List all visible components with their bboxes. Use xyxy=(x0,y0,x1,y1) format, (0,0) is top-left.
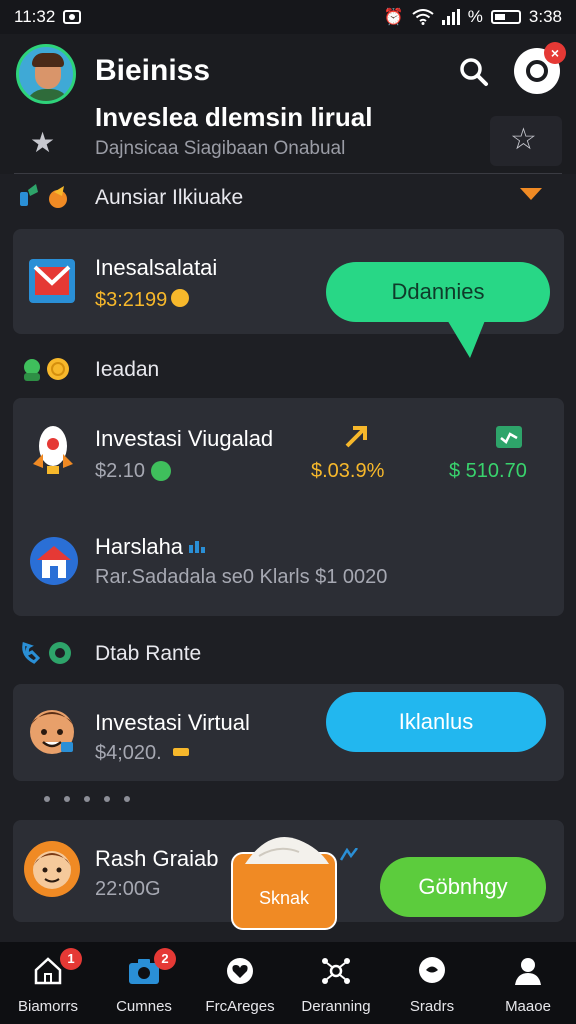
asset-detail: Rar.Sadadala se0 Klarls $1 0020 xyxy=(95,566,388,588)
section-title: Ieadan xyxy=(95,358,160,381)
search-icon[interactable] xyxy=(456,54,492,90)
nav-label: Maaoe xyxy=(505,998,551,1015)
chart-badge-icon xyxy=(496,426,522,448)
pagination-dots[interactable] xyxy=(44,796,130,802)
signal-icon xyxy=(441,9,460,25)
nav-item-profile[interactable]: Maaoe xyxy=(480,952,576,1015)
card-amount: $3:2199 xyxy=(95,289,168,311)
portfolio-card: Investasi Viugalad $2.10 $.03.9% $ 510.7… xyxy=(13,398,564,616)
close-badge-icon[interactable]: × xyxy=(544,42,566,64)
status-time-right: 3:38 xyxy=(528,7,562,26)
go-button[interactable]: Göbnhgy xyxy=(380,857,546,917)
coin-icon xyxy=(173,748,189,756)
alarm-icon: ⏰ xyxy=(383,9,404,26)
asset-title[interactable]: Harslaha xyxy=(95,534,183,560)
nav-item-favorites[interactable]: FrcAreges xyxy=(192,952,288,1015)
wifi-icon xyxy=(412,9,434,25)
bag-icon xyxy=(245,837,329,864)
page-subtitle: Dajnsicaa Siagibaan Onabual xyxy=(95,138,346,159)
nav-label: Cumnes xyxy=(116,998,172,1015)
profile-button[interactable]: × xyxy=(514,42,566,94)
card-title: Rash Graiab xyxy=(95,846,219,871)
section-title: Dtab Rante xyxy=(95,642,202,665)
favorite-star-icon[interactable]: ☆ xyxy=(510,122,537,157)
star-icon[interactable]: ★ xyxy=(30,126,55,159)
snack-label: Sknak xyxy=(258,888,310,908)
mail-icon xyxy=(29,259,75,303)
phone-money-icon xyxy=(22,642,71,664)
asset-amount: $ 510.70 xyxy=(449,460,527,482)
section-title: Aunsiar Ilkiuake xyxy=(95,186,244,209)
status-time: 11:32 xyxy=(14,7,56,26)
coin-icon xyxy=(171,289,189,307)
nav-label: Biamorrs xyxy=(17,998,78,1015)
network-icon xyxy=(322,958,350,984)
card-title: Inesalsalatai xyxy=(95,255,218,280)
nav-label: Deranning xyxy=(301,998,371,1015)
page-headline: Inveslea dlemsin lirual xyxy=(95,102,373,132)
chat-icon xyxy=(419,957,445,983)
header: Bieiniss × Inveslea dlemsin lirual ★ Daj… xyxy=(0,34,576,174)
nav-item-camera[interactable]: 2 Cumnes xyxy=(96,948,192,1015)
nav-item-learning[interactable]: Deranning xyxy=(288,952,384,1015)
house-icon xyxy=(30,537,78,585)
card-amount: $4;020. xyxy=(95,742,162,764)
profile-icon xyxy=(515,958,541,985)
bar-chart-icon xyxy=(189,541,205,553)
speech-tail-icon xyxy=(446,318,486,358)
asset-title[interactable]: Investasi Viugalad xyxy=(95,426,273,452)
bottom-nav: 1 Biamorrs 2 Cumnes FrcAreges Deranning … xyxy=(0,942,576,1024)
mini-chart-icon xyxy=(339,848,358,861)
snack-badge[interactable]: Sknak xyxy=(231,837,337,930)
tools-icon xyxy=(20,184,67,208)
asset-value: $2.10 xyxy=(95,460,146,482)
nav-label: FrcAreges xyxy=(205,998,275,1015)
invest-button[interactable]: Iklanlus xyxy=(326,692,546,752)
divider xyxy=(14,173,562,174)
card-title: Investasi Virtual xyxy=(95,710,250,735)
user-avatar[interactable] xyxy=(16,44,76,104)
rocket-icon xyxy=(33,426,73,474)
person-avatar-icon xyxy=(30,710,74,754)
battery-icon xyxy=(490,10,521,24)
nav-item-home[interactable]: 1 Biamorrs xyxy=(0,948,96,1015)
status-bar: 11:32 ⏰ % 3:38 xyxy=(0,0,576,34)
heart-chat-icon xyxy=(227,958,253,984)
nav-item-chat[interactable]: Sradrs xyxy=(384,952,480,1015)
app-title: Bieiniss xyxy=(95,54,211,87)
asset-percent: $.03.9% xyxy=(311,460,385,482)
card-amount: 22:00G xyxy=(95,878,161,900)
details-button[interactable]: Ddannies xyxy=(326,262,550,322)
screenshot-icon xyxy=(63,10,82,24)
chevron-down-icon[interactable] xyxy=(520,188,542,202)
notification-badge: 2 xyxy=(154,948,176,970)
signal-text: % xyxy=(467,7,483,26)
trend-up-arrow-icon xyxy=(345,426,367,448)
notification-badge: 1 xyxy=(60,948,82,970)
coins-icon xyxy=(24,358,69,381)
nav-label: Sradrs xyxy=(409,998,455,1015)
home-icon xyxy=(34,957,62,985)
coin-badge-icon xyxy=(151,461,171,481)
person-avatar-icon xyxy=(24,841,80,897)
